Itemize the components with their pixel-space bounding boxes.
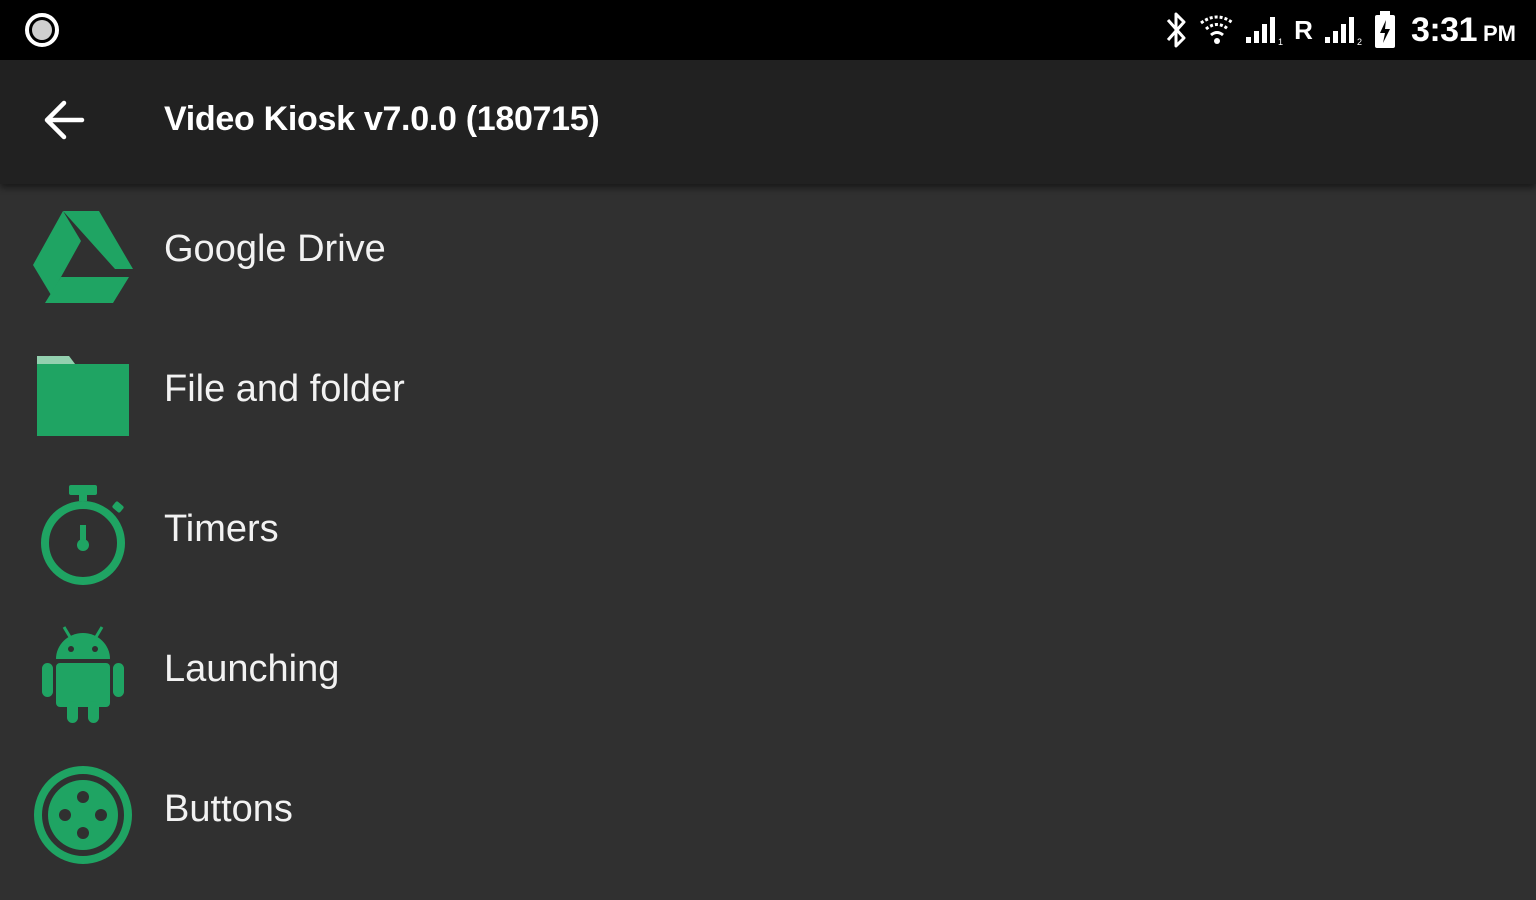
back-button[interactable] (28, 88, 100, 156)
bluetooth-icon (1162, 10, 1190, 50)
clock-time: 3:31 (1410, 10, 1478, 49)
circle-notification-icon (24, 12, 60, 48)
status-bar: 1 R 2 3:31 PM (0, 0, 1536, 60)
menu-item-label: Launching (164, 648, 340, 690)
svg-text:2: 2 (1357, 37, 1362, 47)
menu-item-label: Timers (164, 508, 279, 550)
status-icons: 1 R 2 3:31 PM (1162, 8, 1516, 52)
menu-item-label: File and folder (164, 368, 405, 410)
menu-item-label: Buttons (164, 788, 293, 830)
roaming-indicator: R (1294, 14, 1313, 45)
clock: 3:31 PM (1411, 11, 1516, 50)
menu-item-buttons[interactable]: Buttons (0, 744, 1536, 884)
page-title: Video Kiosk v7.0.0 (180715) (164, 100, 600, 138)
wifi-icon (1198, 13, 1236, 47)
menu-item-google-drive[interactable]: Google Drive (0, 184, 1536, 324)
back-arrow-icon (42, 98, 86, 147)
buttons-icon (30, 762, 136, 868)
svg-text:1: 1 (1278, 37, 1283, 47)
menu-item-file-and-folder[interactable]: File and folder (0, 324, 1536, 464)
folder-icon (30, 342, 136, 448)
signal-sim1-icon: 1 (1244, 13, 1284, 47)
menu-item-timers[interactable]: Timers (0, 464, 1536, 604)
app-bar: Video Kiosk v7.0.0 (180715) (0, 60, 1536, 184)
menu-item-label: Google Drive (164, 228, 386, 270)
android-icon (30, 622, 136, 728)
battery-charging-icon (1373, 10, 1397, 50)
clock-ampm: PM (1483, 20, 1516, 46)
google-drive-icon (30, 202, 136, 308)
stopwatch-icon (30, 482, 136, 588)
settings-menu-list: Google Drive File and folder Timers Laun… (0, 184, 1536, 884)
signal-sim2-icon: 2 (1323, 13, 1365, 47)
menu-item-launching[interactable]: Launching (0, 604, 1536, 744)
